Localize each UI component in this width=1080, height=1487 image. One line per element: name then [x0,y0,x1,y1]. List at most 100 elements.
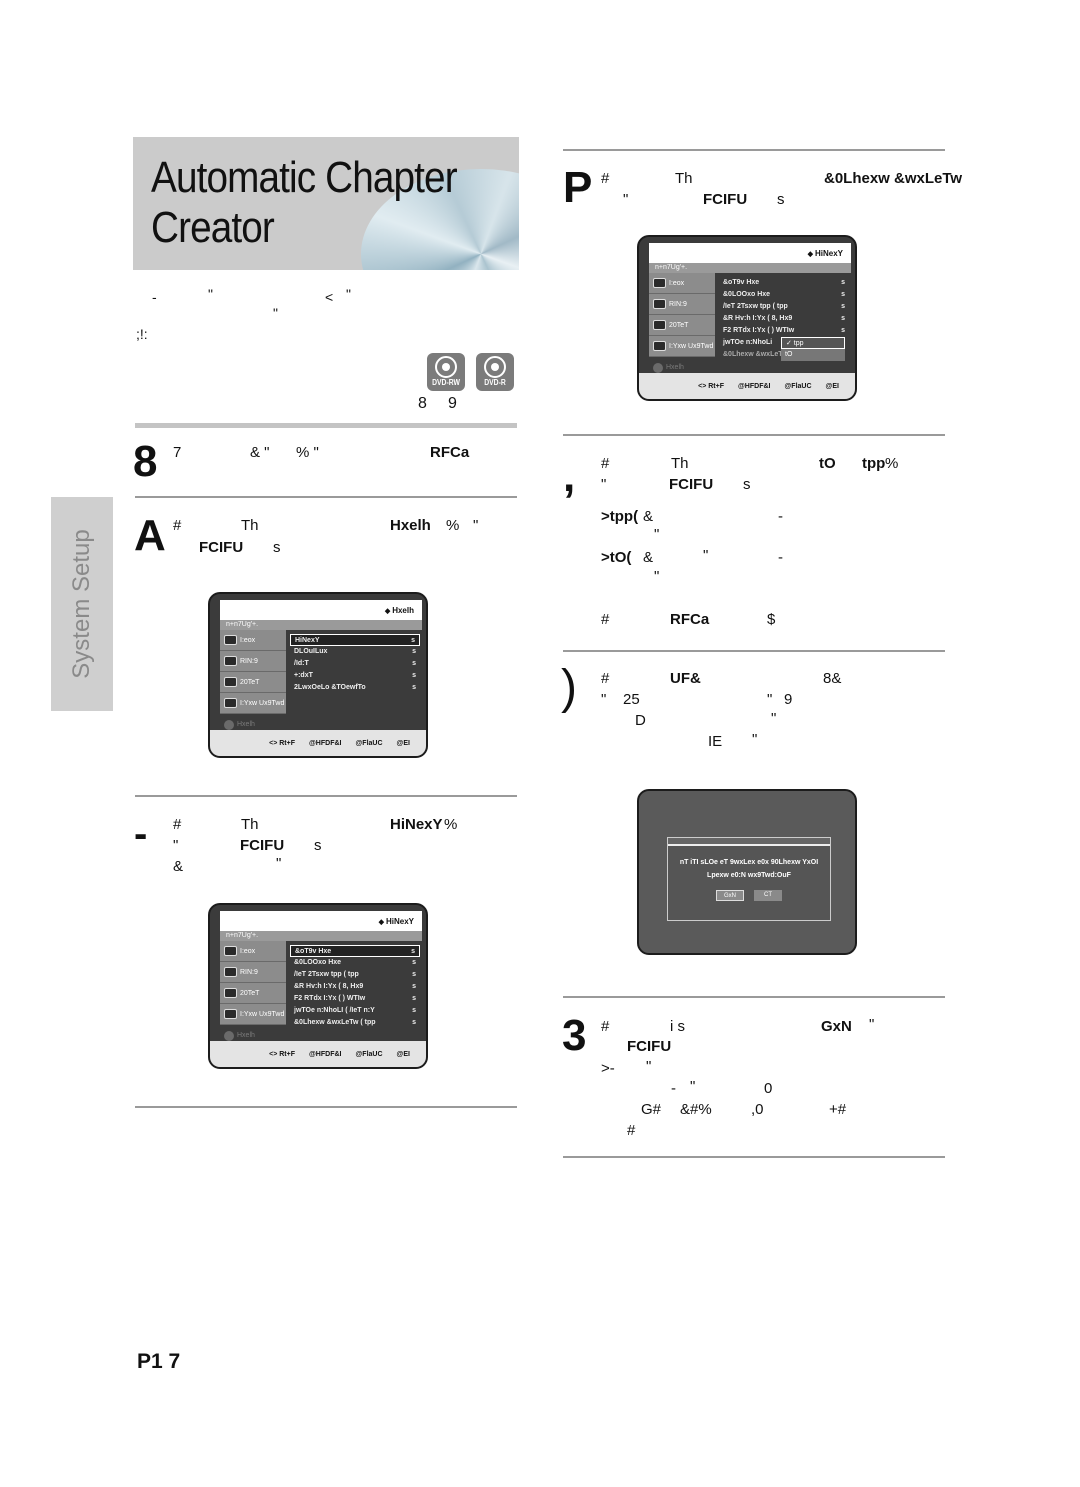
intro-text: < [325,289,334,305]
osd-row[interactable]: &R Hv:h I:Yx ( 8, Hx9 s [719,313,849,325]
step-text: Th [671,455,689,472]
osd-row[interactable]: /Id:T s [290,658,420,670]
osd-menu-item[interactable]: I:eox [220,630,286,651]
bullet-text: - [778,508,783,525]
osd-menu-item[interactable]: 20TeT [220,672,286,693]
step-text: s [743,476,751,493]
music-icon [224,656,237,666]
osd-row[interactable]: &0Lhexw &wxLeTw ( tpp s [290,1017,420,1029]
button-name: RFCa [430,444,470,461]
osd-row[interactable]: /IeT 2Tsxw tpp ( tpp s [290,969,420,981]
music-icon [224,967,237,977]
step-text: +# [829,1101,847,1118]
page-title: Automatic Chapter Creator [151,153,458,252]
osd-menu-item[interactable]: RIN:9 [649,294,715,315]
step-text: s [273,539,281,556]
osd-menu: I:eox RIN:9 20TeT I:Yxw Ux9Twd Hxelh [649,273,715,378]
manual-page: Automatic Chapter Creator - " < " " ;!: … [0,0,1080,1487]
disc-icon [653,341,666,351]
osd-row[interactable]: 2LwxOeLo &TOewfTo s [290,682,420,694]
menu-name: Hxelh [390,517,431,534]
osd-screen-disc-setup: HiNexY n+n7Ug'+. I:eox RIN:9 20TeT I:Yxw… [208,903,428,1069]
intro-text: " [273,305,278,321]
intro-text: ;!: [136,326,148,342]
bullet-text: & [643,549,654,566]
osd-popup: ✓ tpp tO [781,337,845,361]
osd-row[interactable]: &oT9v Hxe s [290,945,420,957]
osd-row[interactable]: +:dxT s [290,670,420,682]
osd-subheader: n+n7Ug'+. [220,620,422,630]
step-text: 8& [823,670,842,687]
step-text: " [601,691,607,708]
osd-row[interactable]: F2 RTdx I:Yx ( ) WTIw s [719,325,849,337]
osd-screen-setup: Hxelh n+n7Ug'+. I:eox RIN:9 20TeT I:Yxw … [208,592,428,758]
osd-mode-label: HiNexY [808,249,843,258]
osd-menu-item[interactable]: I:Yxw Ux9Twd [220,1004,286,1025]
osd-menu: I:eox RIN:9 20TeT I:Yxw Ux9Twd Hxelh [220,630,286,735]
divider [563,996,945,998]
step-text: " [276,855,282,872]
step-text: s [777,191,785,208]
step-text: Th [241,517,259,534]
photo-icon [224,677,237,687]
step-text: Th [675,170,693,187]
step-text: s [314,837,322,854]
osd-menu-item[interactable]: I:eox [220,941,286,962]
bullet-text: " [703,547,709,564]
step-text: 7 [173,444,182,461]
step-text: # [601,670,610,687]
osd-menu-item[interactable]: RIN:9 [220,651,286,672]
osd-menu-item[interactable]: I:Yxw Ux9Twd [220,693,286,714]
intro-text: " [346,286,351,302]
osd-row[interactable]: &R Hv:h I:Yx ( 8, Hx9 s [290,981,420,993]
osd-confirm-dialog-screen: nT iTI sLOe eT 9wxLex e0x 90Lhexw YxOI L… [637,789,857,955]
osd-menu-item[interactable]: I:eox [649,273,715,294]
step-text: " [869,1016,875,1033]
step-text: $ [767,611,776,628]
osd-row[interactable]: /IeT 2Tsxw tpp ( tpp s [719,301,849,313]
step-text: G# [641,1101,662,1118]
bullet-key: >tO( [601,549,632,566]
film-icon [653,278,666,288]
step-text: & [173,858,184,875]
osd-screen-chapter-creator: HiNexY n+n7Ug'+. I:eox RIN:9 20TeT I:Yxw… [637,235,857,401]
osd-bottom-bar: <> Rt+F @HFDF&I @FlaUC @EI [210,1041,426,1067]
divider [135,423,517,428]
osd-row[interactable]: &0LOOxo Hxe s [290,957,420,969]
step-text: " [771,710,777,727]
gear-icon [653,362,663,373]
osd-menu-item[interactable]: I:Yxw Ux9Twd [649,336,715,357]
popup-option-off[interactable]: tO [781,349,845,361]
button-name: FCIFU [669,476,714,493]
osd-mode-label: HiNexY [379,917,414,926]
step-text: ,0 [751,1101,764,1118]
disc-icon [484,356,506,378]
divider [135,795,517,797]
button-name: FCIFU [703,191,748,208]
dialog-ok-button[interactable]: GxN [716,890,744,901]
osd-menu-item[interactable]: 20TeT [649,315,715,336]
dvd-rw-badge: DVD-RW [427,353,465,391]
button-name: UF& [670,670,701,687]
step-text: # [173,517,182,534]
osd-row[interactable]: DLOuILux s [290,646,420,658]
osd-row[interactable]: jwTOe n:NhoLI ( /IeT n:Y s [290,1005,420,1017]
popup-option-on[interactable]: ✓ tpp [781,337,845,349]
osd-row[interactable]: &oT9v Hxe s [719,277,849,289]
osd-row[interactable]: &0LOOxo Hxe s [719,289,849,301]
title-banner: Automatic Chapter Creator [133,137,519,270]
divider [135,1106,517,1108]
osd-row[interactable]: HiNexY s [290,634,420,646]
step-text: # [601,611,610,628]
osd-menu-item[interactable]: RIN:9 [220,962,286,983]
step-text: - [671,1080,676,1097]
osd-bottom-bar: <> Rt+F @HFDF&I @FlaUC @EI [639,373,855,399]
step-text: % " [296,444,319,461]
menu-name: &0Lhexw &wxLeTw [824,170,963,187]
osd-row[interactable]: F2 RTdx I:Yx ( ) WTIw s [290,993,420,1005]
bullet-text: & [643,508,654,525]
dialog-cancel-button[interactable]: CT [754,890,782,901]
osd-menu-item[interactable]: 20TeT [220,983,286,1004]
step-text: % [446,517,460,534]
step-number: 3 [562,1011,587,1060]
